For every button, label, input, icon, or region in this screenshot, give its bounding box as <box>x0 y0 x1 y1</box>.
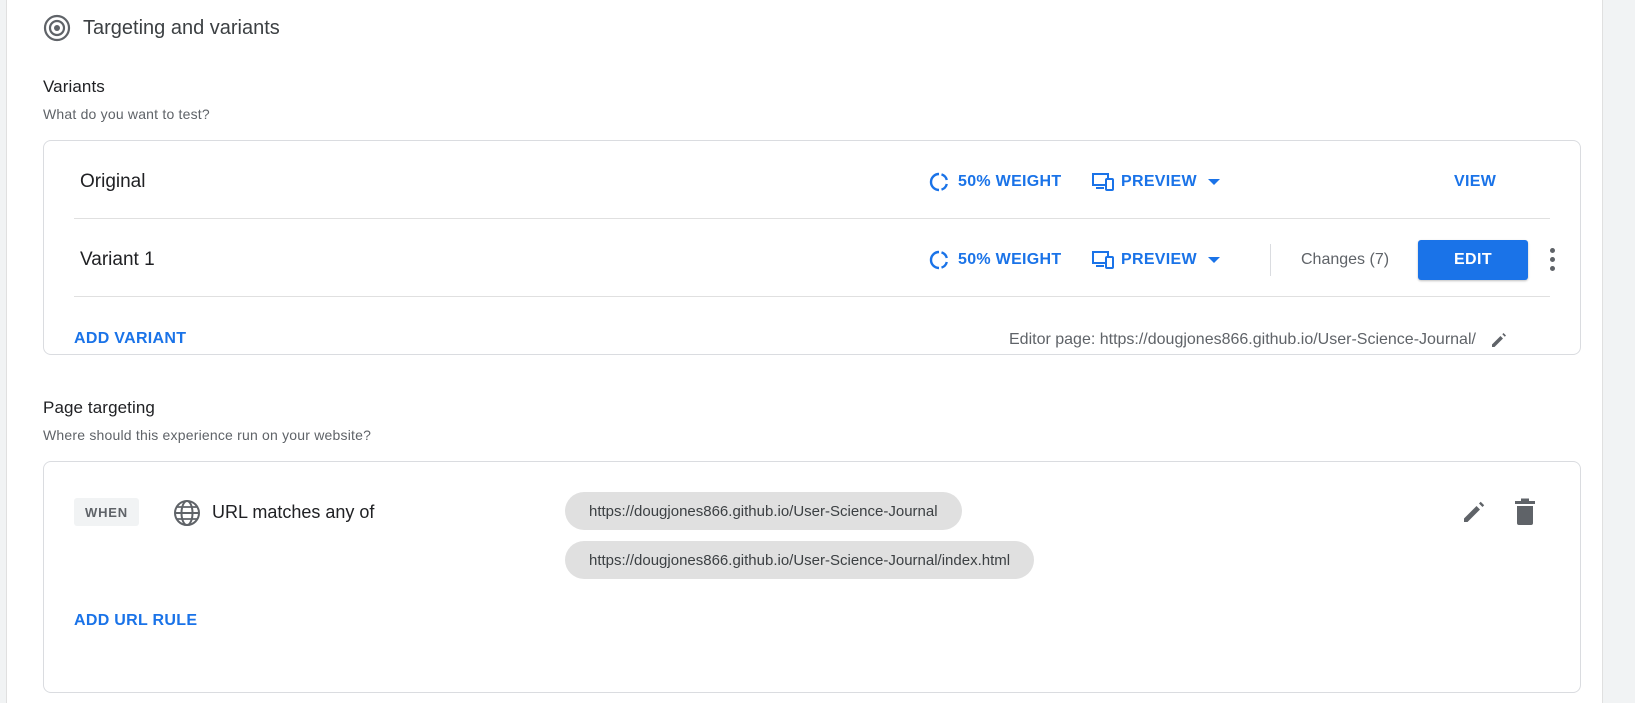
section-header: Targeting and variants <box>43 14 280 42</box>
variants-card: Original 50% WEIGHT PREVIEW VIEW Variant… <box>43 140 1581 355</box>
view-button[interactable]: VIEW <box>1454 173 1496 191</box>
target-icon <box>43 14 71 42</box>
targeting-panel: Targeting and variants Variants What do … <box>6 0 1603 703</box>
caret-down-icon <box>1207 178 1220 185</box>
variants-subheading: What do you want to test? <box>43 106 210 122</box>
weight-icon <box>929 172 948 191</box>
editor-page: Editor page: https://dougjones866.github… <box>1009 331 1508 349</box>
add-url-rule-button[interactable]: ADD URL RULE <box>74 612 197 630</box>
changes-button[interactable]: Changes (7) <box>1301 251 1389 269</box>
variant-row-original: Original 50% WEIGHT PREVIEW VIEW <box>74 141 1550 222</box>
page-targeting-heading: Page targeting <box>43 398 155 417</box>
variants-heading: Variants <box>43 77 105 96</box>
weight-button[interactable]: 50% WEIGHT <box>929 172 1061 192</box>
more-vert-icon[interactable] <box>1542 246 1562 274</box>
vertical-divider <box>1270 243 1271 276</box>
editor-page-url: Editor page: https://dougjones866.github… <box>1009 331 1476 348</box>
weight-icon <box>929 250 948 269</box>
url-condition: URL matches any of <box>212 502 375 522</box>
pencil-icon[interactable] <box>1461 499 1487 525</box>
preview-label: PREVIEW <box>1121 172 1197 190</box>
weight-label: 50% WEIGHT <box>958 250 1062 268</box>
edit-button[interactable]: EDIT <box>1418 239 1528 280</box>
row-divider <box>74 296 1550 297</box>
variant-name: Original <box>80 170 146 192</box>
trash-icon[interactable] <box>1513 498 1537 526</box>
add-variant-button[interactable]: ADD VARIANT <box>74 330 186 348</box>
pencil-icon[interactable] <box>1490 331 1508 349</box>
preview-label: PREVIEW <box>1121 250 1197 268</box>
section-title: Targeting and variants <box>83 16 280 39</box>
devices-icon <box>1092 172 1114 191</box>
weight-button[interactable]: 50% WEIGHT <box>929 250 1061 270</box>
caret-down-icon <box>1207 256 1220 263</box>
preview-dropdown[interactable]: PREVIEW <box>1092 250 1221 270</box>
variant-row-1: Variant 1 50% WEIGHT PREVIEW Changes (7)… <box>74 219 1555 300</box>
when-badge: WHEN <box>74 498 139 526</box>
page-targeting-subheading: Where should this experience run on your… <box>43 427 372 443</box>
variant-name: Variant 1 <box>80 248 155 270</box>
url-chip[interactable]: https://dougjones866.github.io/User-Scie… <box>565 541 1035 579</box>
preview-dropdown[interactable]: PREVIEW <box>1092 172 1221 192</box>
url-chip[interactable]: https://dougjones866.github.io/User-Scie… <box>565 492 962 530</box>
weight-label: 50% WEIGHT <box>958 172 1062 190</box>
devices-icon <box>1092 250 1114 269</box>
targeting-card: WHEN URL matches any of https://dougjone… <box>43 461 1581 693</box>
globe-icon <box>174 500 200 526</box>
